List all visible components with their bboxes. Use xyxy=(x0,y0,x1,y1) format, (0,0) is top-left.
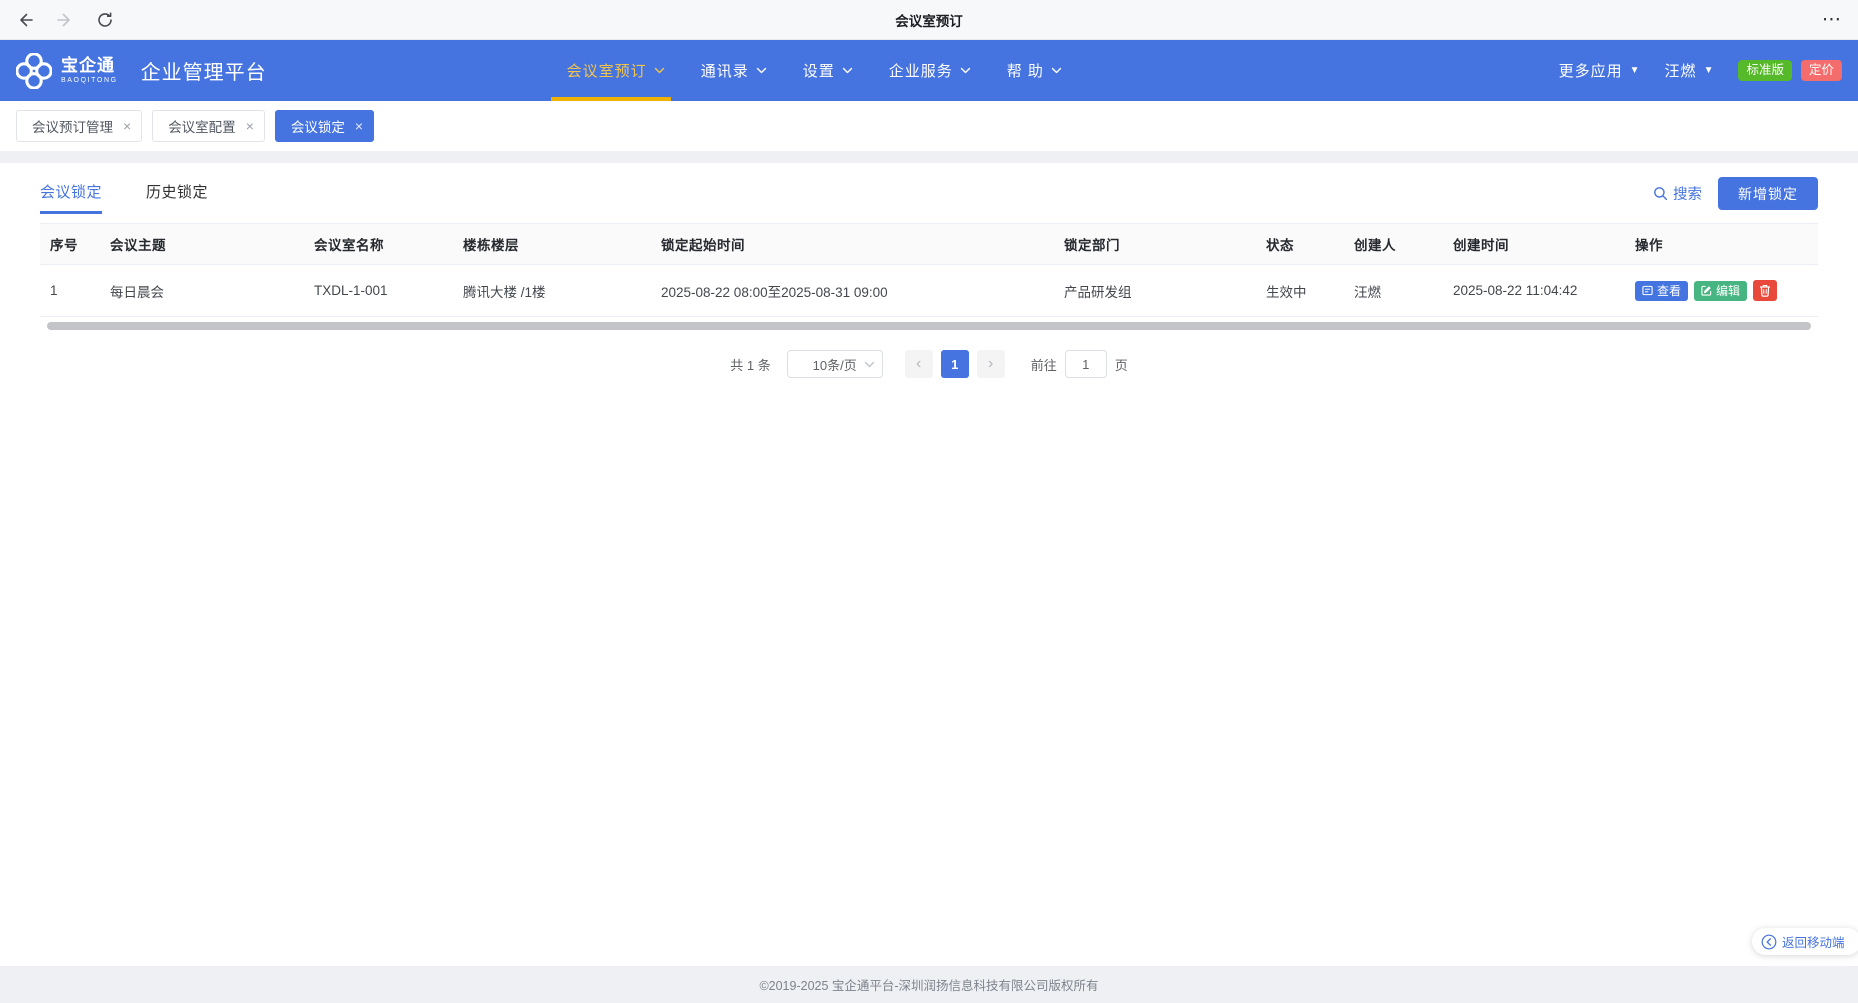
tab-meeting-room-config[interactable]: 会议室配置 × xyxy=(152,110,265,142)
col-creator: 创建人 xyxy=(1344,224,1443,265)
back-icon[interactable] xyxy=(16,11,34,29)
col-period: 锁定起始时间 xyxy=(651,224,1054,265)
col-building: 楼栋楼层 xyxy=(453,224,651,265)
cell-created-at: 2025-08-22 11:04:42 xyxy=(1443,265,1625,317)
trash-icon xyxy=(1759,284,1771,297)
col-status: 状态 xyxy=(1256,224,1344,265)
goto-page-input[interactable] xyxy=(1065,350,1107,378)
main-nav: 会议室预订 通讯录 设置 企业服务 帮 助 xyxy=(567,40,1062,101)
col-actions: 操作 xyxy=(1625,224,1818,265)
delete-button[interactable] xyxy=(1753,280,1777,301)
pagination: 共 1 条 10条/页 ‹ 1 › 前往 页 xyxy=(40,350,1818,378)
user-name: 汪燃 xyxy=(1665,60,1697,81)
pricing-badge[interactable]: 定价 xyxy=(1801,60,1842,81)
subtab-history-lock[interactable]: 历史锁定 xyxy=(146,181,208,214)
tab-meeting-lock[interactable]: 会议锁定 × xyxy=(275,110,374,142)
next-page-button[interactable]: › xyxy=(977,350,1005,378)
goto-suffix: 页 xyxy=(1115,355,1128,374)
col-created-at: 创建时间 xyxy=(1443,224,1625,265)
subtab-meeting-lock[interactable]: 会议锁定 xyxy=(40,181,102,214)
refresh-icon[interactable] xyxy=(96,11,114,29)
cell-period: 2025-08-22 08:00至2025-08-31 09:00 xyxy=(651,265,1054,317)
table-row: 1 每日晨会 TXDL-1-001 腾讯大楼 /1楼 2025-08-22 08… xyxy=(40,265,1818,317)
close-icon[interactable]: × xyxy=(355,119,363,133)
platform-title: 企业管理平台 xyxy=(141,56,267,85)
page-size-select[interactable]: 10条/页 xyxy=(787,350,883,378)
page-number-1[interactable]: 1 xyxy=(941,350,969,378)
close-icon[interactable]: × xyxy=(246,119,254,133)
app-header: 宝企通 BAOQITONG 企业管理平台 会议室预订 通讯录 设置 企业服务 帮… xyxy=(0,40,1858,101)
col-room: 会议室名称 xyxy=(304,224,453,265)
lock-table: 序号 会议主题 会议室名称 楼栋楼层 锁定起始时间 锁定部门 状态 创建人 创建… xyxy=(40,223,1818,317)
cell-index: 1 xyxy=(40,265,100,317)
prev-page-button[interactable]: ‹ xyxy=(905,350,933,378)
chevron-down-icon xyxy=(1051,67,1062,75)
divider xyxy=(0,151,1858,163)
logo-subtext: BAOQITONG xyxy=(61,77,118,84)
chevron-down-icon xyxy=(842,67,853,75)
nav-item-enterprise-services[interactable]: 企业服务 xyxy=(889,40,971,101)
logo[interactable]: 宝企通 BAOQITONG 企业管理平台 xyxy=(16,53,267,89)
col-subject: 会议主题 xyxy=(100,224,304,265)
browser-topbar: 会议室预订 ⋯ xyxy=(0,0,1858,40)
chevron-down-icon xyxy=(960,67,971,75)
horizontal-scrollbar[interactable] xyxy=(47,322,1811,330)
col-index: 序号 xyxy=(40,224,100,265)
cell-building: 腾讯大楼 /1楼 xyxy=(453,265,651,317)
cell-subject: 每日晨会 xyxy=(100,265,304,317)
circle-back-icon xyxy=(1761,934,1777,950)
open-tabs-bar: 会议预订管理 × 会议室配置 × 会议锁定 × xyxy=(0,101,1858,151)
chevron-down-icon xyxy=(864,361,875,369)
tab-meeting-booking-management[interactable]: 会议预订管理 × xyxy=(16,110,142,142)
view-button[interactable]: 查看 xyxy=(1635,281,1688,301)
forward-icon[interactable] xyxy=(56,11,74,29)
cell-department: 产品研发组 xyxy=(1054,265,1256,317)
goto-label: 前往 xyxy=(1031,355,1057,374)
col-department: 锁定部门 xyxy=(1054,224,1256,265)
table-header-row: 序号 会议主题 会议室名称 楼栋楼层 锁定起始时间 锁定部门 状态 创建人 创建… xyxy=(40,224,1818,265)
nav-item-contacts[interactable]: 通讯录 xyxy=(701,40,767,101)
cell-status: 生效中 xyxy=(1256,265,1344,317)
nav-item-meeting-room-booking[interactable]: 会议室预订 xyxy=(567,40,665,101)
chevron-down-icon xyxy=(654,67,665,75)
logo-text: 宝企通 xyxy=(61,57,118,74)
caret-down-icon: ▼ xyxy=(1704,66,1715,76)
add-lock-button[interactable]: 新增锁定 xyxy=(1718,177,1818,210)
edit-button[interactable]: 编辑 xyxy=(1694,281,1747,301)
back-to-mobile-button[interactable]: 返回移动端 xyxy=(1752,928,1858,955)
chevron-down-icon xyxy=(756,67,767,75)
caret-down-icon: ▼ xyxy=(1630,66,1641,76)
search-icon xyxy=(1653,186,1668,201)
more-apps-menu[interactable]: 更多应用 ▼ xyxy=(1559,60,1641,81)
view-icon xyxy=(1642,285,1653,296)
user-menu[interactable]: 汪燃 ▼ xyxy=(1665,60,1715,81)
nav-item-settings[interactable]: 设置 xyxy=(803,40,853,101)
edit-icon xyxy=(1701,285,1712,296)
total-count: 共 1 条 xyxy=(730,355,770,374)
edition-badge[interactable]: 标准版 xyxy=(1738,60,1792,81)
cell-room: TXDL-1-001 xyxy=(304,265,453,317)
window-title: 会议室预订 xyxy=(0,10,1858,30)
main-content: 会议锁定 历史锁定 搜索 新增锁定 序号 会议主题 会议室名称 楼栋楼层 锁定起… xyxy=(0,163,1858,378)
footer-copyright: ©2019-2025 宝企通平台-深圳润扬信息科技有限公司版权所有 xyxy=(0,966,1858,1003)
nav-item-help[interactable]: 帮 助 xyxy=(1007,40,1062,101)
cell-creator: 汪燃 xyxy=(1344,265,1443,317)
baoqitong-knot-icon xyxy=(16,53,52,89)
close-icon[interactable]: × xyxy=(123,119,131,133)
search-button[interactable]: 搜索 xyxy=(1653,183,1702,204)
browser-menu-icon[interactable]: ⋯ xyxy=(1822,8,1842,31)
